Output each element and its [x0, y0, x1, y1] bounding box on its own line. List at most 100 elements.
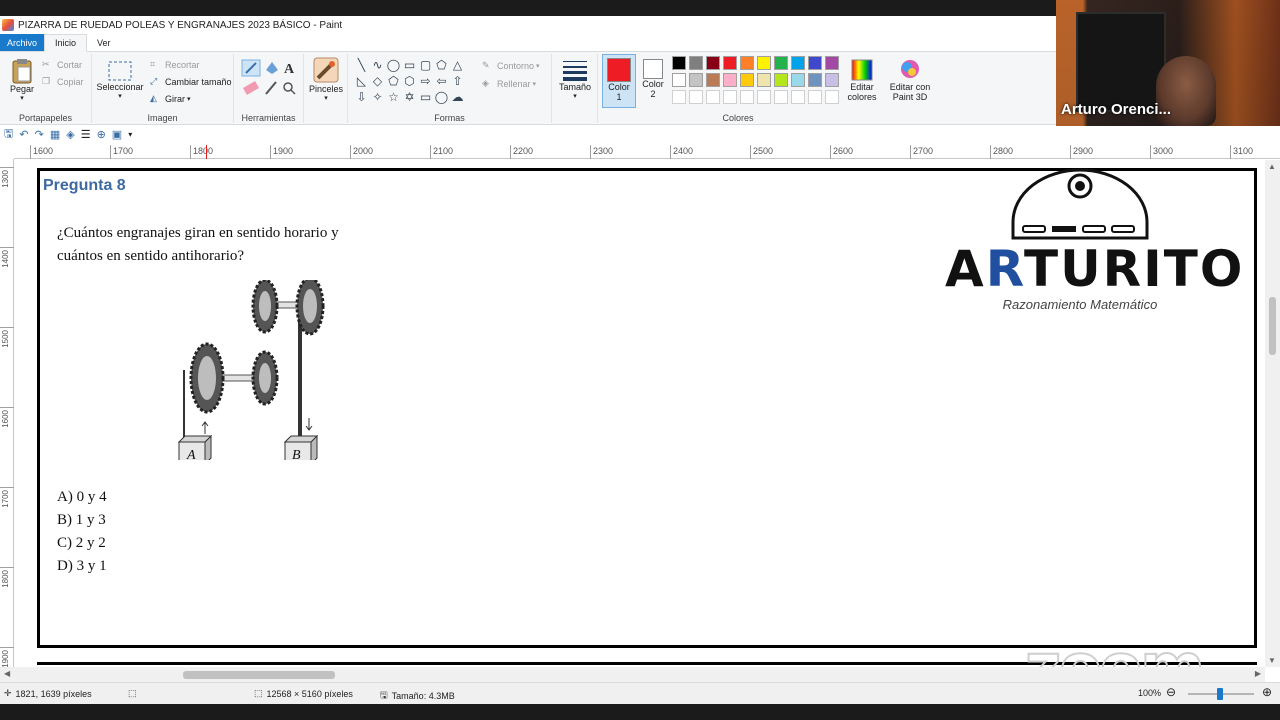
fill-shape-button[interactable]: ◈ Rellenar ▾: [482, 78, 536, 90]
palette-swatch[interactable]: [740, 73, 754, 87]
palette-swatch[interactable]: [723, 73, 737, 87]
palette-swatch[interactable]: [791, 56, 805, 70]
magnifier-icon[interactable]: [283, 82, 293, 92]
horizontal-scroll-thumb[interactable]: [183, 671, 335, 679]
callout-rect-shape-icon[interactable]: ▭: [418, 90, 433, 105]
crop-label: Recortar: [165, 60, 200, 70]
curve-shape-icon[interactable]: ∿: [370, 58, 385, 73]
palette-swatch[interactable]: [723, 56, 737, 70]
line-shape-icon[interactable]: ╲: [354, 58, 369, 73]
fill-quick-icon[interactable]: ◈: [66, 128, 74, 141]
text-tool-icon[interactable]: A: [284, 62, 295, 77]
select-button[interactable]: Seleccionar ▾: [96, 60, 144, 102]
ruler-tick-label: 1900: [270, 145, 293, 159]
palette-swatch[interactable]: [791, 73, 805, 87]
palette-swatch[interactable]: [774, 56, 788, 70]
palette-custom-swatch[interactable]: [808, 90, 822, 104]
polygon-shape-icon[interactable]: ⬠: [434, 58, 449, 73]
palette-swatch[interactable]: [808, 73, 822, 87]
tab-view[interactable]: Ver: [87, 34, 121, 51]
outline-button[interactable]: ✎ Contorno ▾: [482, 60, 540, 72]
palette-custom-swatch[interactable]: [825, 90, 839, 104]
edit-colors-button[interactable]: Editar colores: [844, 58, 880, 102]
left-arrow-shape-icon[interactable]: ⇦: [434, 74, 449, 89]
rotate-button[interactable]: ◭ Girar ▾: [150, 93, 191, 105]
color-picker-icon[interactable]: [265, 81, 277, 95]
hexagon-shape-icon[interactable]: ⬡: [402, 74, 417, 89]
tab-home[interactable]: Inicio: [44, 34, 88, 52]
copy-label: Copiar: [57, 77, 84, 87]
callout-cloud-shape-icon[interactable]: ☁: [450, 90, 465, 105]
palette-swatch[interactable]: [774, 73, 788, 87]
palette-custom-swatch[interactable]: [774, 90, 788, 104]
palette-swatch[interactable]: [757, 73, 771, 87]
rounded-rect-shape-icon[interactable]: ▢: [418, 58, 433, 73]
vertical-scrollbar[interactable]: ▲ ▼: [1265, 160, 1280, 667]
palette-swatch[interactable]: [757, 56, 771, 70]
horizontal-scrollbar[interactable]: ◀ ▶: [0, 667, 1265, 682]
palette-swatch[interactable]: [825, 56, 839, 70]
palette-custom-swatch[interactable]: [757, 90, 771, 104]
zoom-quick-icon[interactable]: ⊕: [97, 128, 106, 141]
color1-button[interactable]: Color 1: [602, 54, 636, 108]
zoom-out-icon[interactable]: ⊖: [1166, 685, 1176, 699]
palette-swatch[interactable]: [689, 56, 703, 70]
edit-paint3d-button[interactable]: Editar con Paint 3D: [886, 58, 934, 102]
palette-custom-swatch[interactable]: [791, 90, 805, 104]
palette-custom-swatch[interactable]: [689, 90, 703, 104]
callout-oval-shape-icon[interactable]: ◯: [434, 90, 449, 105]
palette-swatch[interactable]: [706, 73, 720, 87]
cut-button[interactable]: ✂ Cortar: [42, 59, 82, 71]
palette-swatch[interactable]: [706, 56, 720, 70]
fill-icon[interactable]: [266, 62, 278, 74]
rectangle-shape-icon[interactable]: ▭: [402, 58, 417, 73]
palette-swatch[interactable]: [740, 56, 754, 70]
save-icon[interactable]: 🖫: [4, 125, 13, 144]
zoom-slider-knob[interactable]: [1217, 688, 1223, 700]
file-menu-tab[interactable]: Archivo: [0, 34, 45, 51]
scroll-down-icon[interactable]: ▼: [1268, 656, 1276, 665]
right-triangle-shape-icon[interactable]: ◺: [354, 74, 369, 89]
up-arrow-shape-icon[interactable]: ⇧: [450, 74, 465, 89]
diamond-shape-icon[interactable]: ◇: [370, 74, 385, 89]
palette-swatch[interactable]: [825, 73, 839, 87]
canvas-area[interactable]: Pregunta 8 ¿Cuántos engranajes giran en …: [15, 160, 1265, 667]
palette-swatch[interactable]: [808, 56, 822, 70]
shapes-gallery[interactable]: ╲ ∿ ◯ ▭ ▢ ⬠ △ ◺ ◇ ⬠ ⬡ ⇨ ⇦ ⇧ ⇩ ✧ ☆ ✡ ▭ ◯ ☁: [354, 58, 466, 105]
pentagon-shape-icon[interactable]: ⬠: [386, 74, 401, 89]
six-star-shape-icon[interactable]: ✡: [402, 90, 417, 105]
triangle-shape-icon[interactable]: △: [450, 58, 465, 73]
copy-button[interactable]: ❐ Copiar: [42, 76, 84, 88]
palette-swatch[interactable]: [689, 73, 703, 87]
image-quick-icon[interactable]: ▣: [112, 128, 122, 141]
view-icon[interactable]: ▦: [50, 128, 60, 141]
four-star-shape-icon[interactable]: ✧: [370, 90, 385, 105]
undo-icon[interactable]: ↶: [19, 128, 28, 141]
redo-icon[interactable]: ↷: [35, 128, 44, 141]
crop-button[interactable]: ⌗ Recortar: [150, 59, 200, 71]
brushes-button[interactable]: Pinceles ▾: [306, 56, 346, 104]
resize-button[interactable]: ⤢ Cambiar tamaño: [150, 76, 232, 88]
palette-swatch[interactable]: [672, 73, 686, 87]
zoom-in-icon[interactable]: ⊕: [1262, 685, 1272, 699]
color2-button[interactable]: Color 2: [638, 57, 668, 99]
customize-toolbar-icon[interactable]: ▾: [128, 130, 132, 139]
five-star-shape-icon[interactable]: ☆: [386, 90, 401, 105]
eraser-icon[interactable]: [242, 81, 260, 95]
palette-custom-swatch[interactable]: [723, 90, 737, 104]
scroll-right-icon[interactable]: ▶: [1255, 669, 1261, 678]
paste-button[interactable]: Pegar ▾: [6, 58, 38, 104]
palette-swatch[interactable]: [672, 56, 686, 70]
oval-shape-icon[interactable]: ◯: [386, 58, 401, 73]
size-quick-icon[interactable]: ☰: [81, 128, 91, 141]
palette-custom-swatch[interactable]: [672, 90, 686, 104]
vertical-scroll-thumb[interactable]: [1269, 297, 1276, 355]
down-arrow-shape-icon[interactable]: ⇩: [354, 90, 369, 105]
size-button[interactable]: Tamaño ▾: [556, 58, 594, 102]
zoom-slider[interactable]: [1188, 688, 1254, 700]
palette-custom-swatch[interactable]: [740, 90, 754, 104]
scroll-left-icon[interactable]: ◀: [4, 669, 10, 678]
scroll-up-icon[interactable]: ▲: [1268, 162, 1276, 171]
right-arrow-shape-icon[interactable]: ⇨: [418, 74, 433, 89]
palette-custom-swatch[interactable]: [706, 90, 720, 104]
